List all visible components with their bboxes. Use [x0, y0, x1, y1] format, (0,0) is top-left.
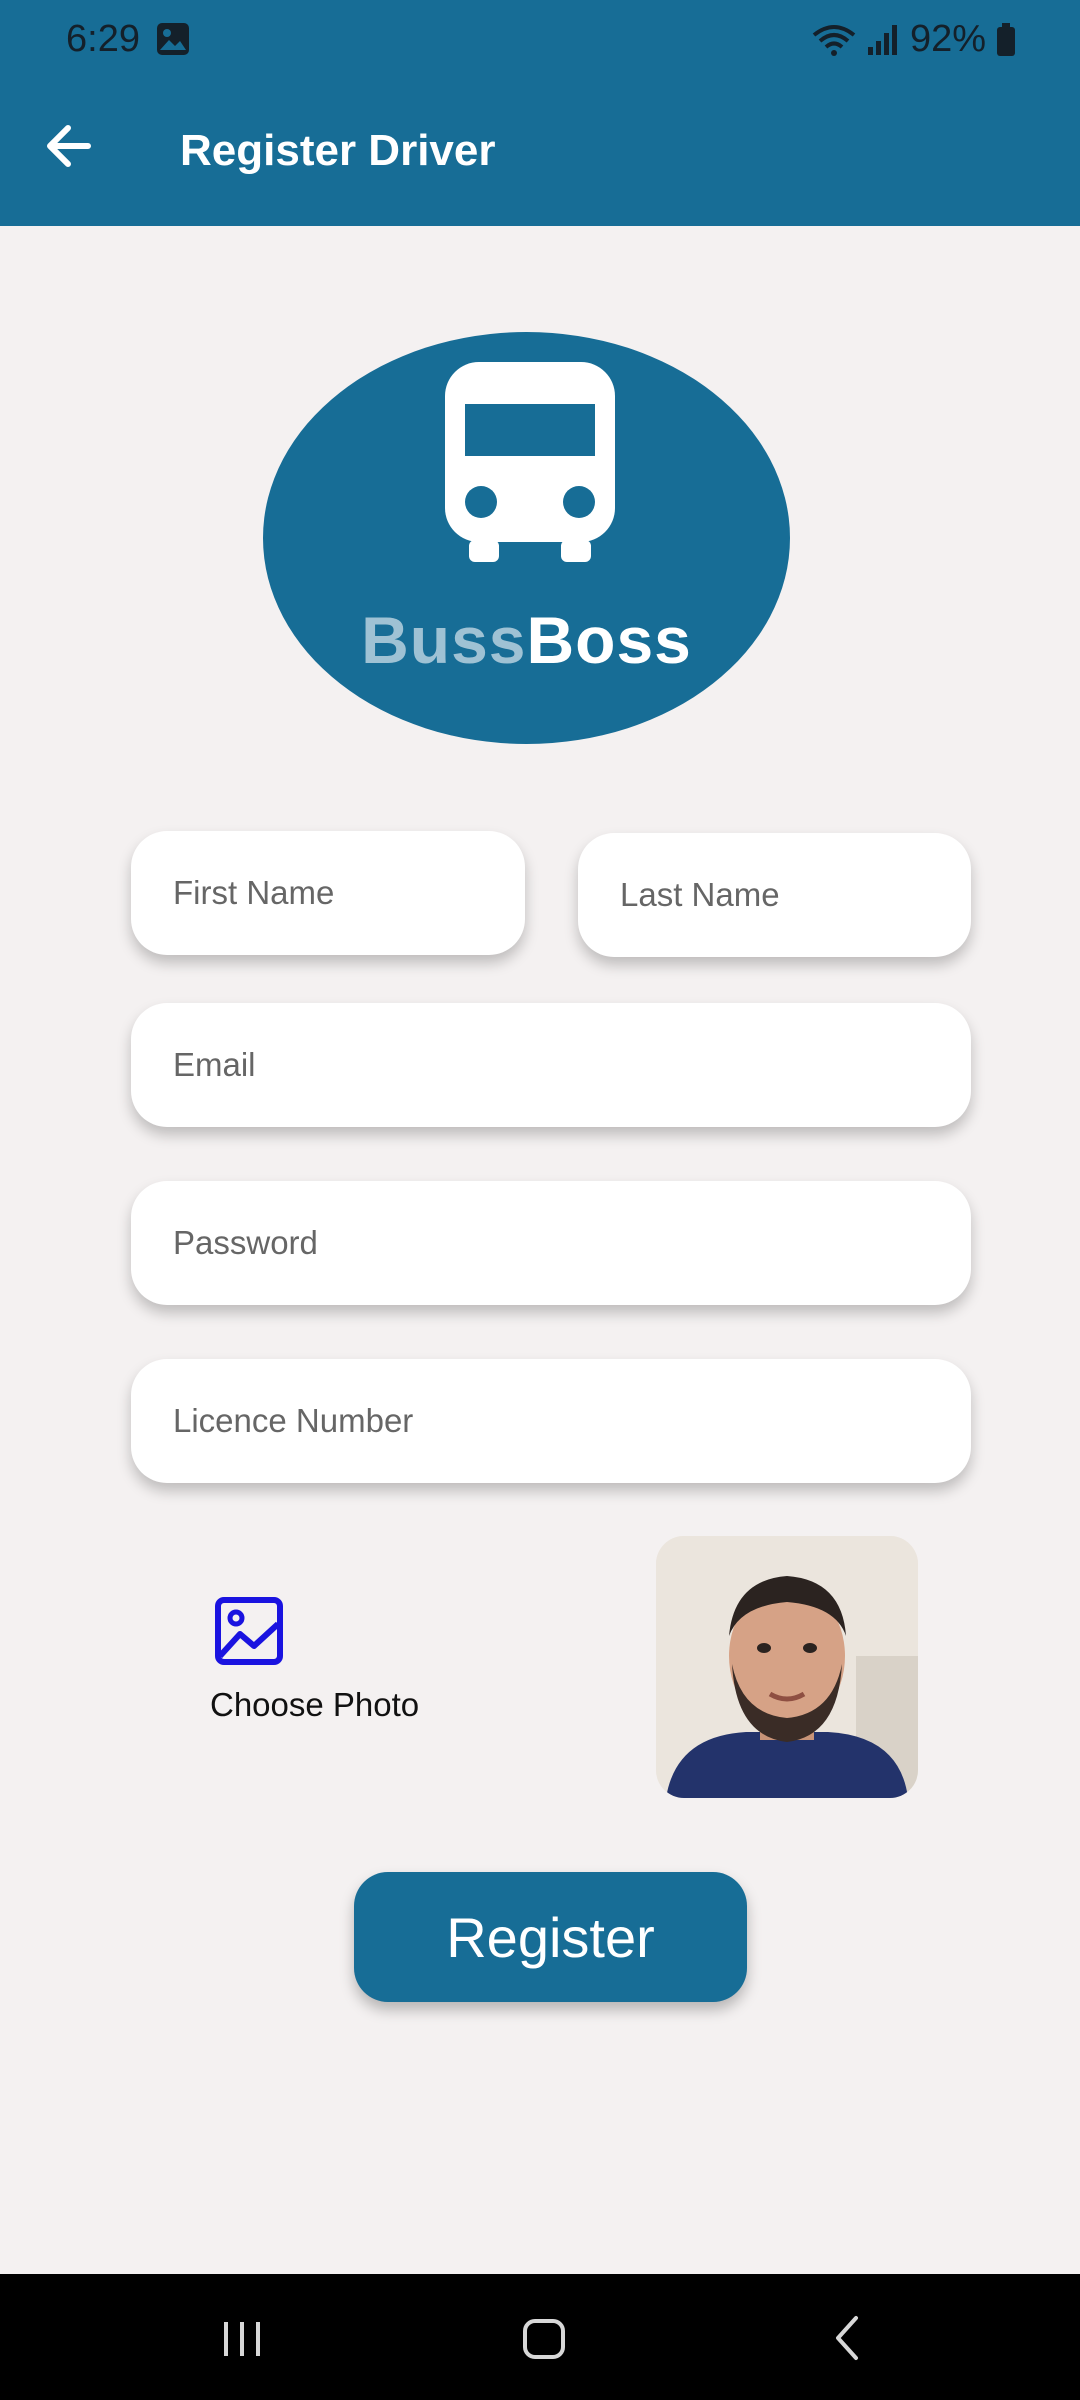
register-button[interactable]: Register [354, 1872, 747, 2002]
image-icon [215, 1597, 283, 1665]
app-bar: Register Driver [0, 78, 1080, 226]
status-icons: 92% [812, 18, 1016, 61]
bus-icon [445, 362, 615, 562]
last-name-field [578, 833, 971, 957]
driver-photo [656, 1536, 918, 1798]
gallery-notification-icon [157, 23, 189, 55]
first-name-input[interactable] [131, 831, 525, 955]
password-input[interactable] [131, 1181, 971, 1305]
last-name-input[interactable] [578, 833, 971, 957]
choose-photo-button[interactable]: Choose Photo [208, 1596, 428, 1736]
logo-text-boss: Boss [526, 603, 692, 677]
logo-text-buss: Buss [361, 603, 527, 677]
signal-icon [867, 24, 897, 55]
status-time: 6:29 [66, 18, 140, 60]
battery-percent: 92% [909, 18, 986, 60]
password-field [131, 1181, 971, 1305]
licence-number-input[interactable] [131, 1359, 971, 1483]
logo-text: BussBoss [263, 602, 790, 678]
wifi-icon [812, 24, 856, 56]
status-bar: 6:29 92% [0, 0, 1080, 78]
driver-photo-preview [656, 1536, 918, 1798]
first-name-field [131, 831, 525, 955]
page-title: Register Driver [180, 126, 496, 175]
email-field [131, 1003, 971, 1127]
email-input[interactable] [131, 1003, 971, 1127]
system-nav-bar [0, 2274, 1080, 2400]
bussboss-logo: BussBoss [263, 332, 790, 744]
licence-number-field [131, 1359, 971, 1483]
back-arrow-icon[interactable] [38, 114, 102, 178]
battery-icon [997, 22, 1015, 56]
choose-photo-label: Choose Photo [210, 1686, 420, 1723]
recent-apps-icon[interactable] [212, 2308, 272, 2368]
back-nav-icon[interactable] [818, 2308, 878, 2368]
home-icon[interactable] [514, 2308, 574, 2368]
register-form-screen: BussBoss Choose Photo [0, 226, 1080, 2274]
